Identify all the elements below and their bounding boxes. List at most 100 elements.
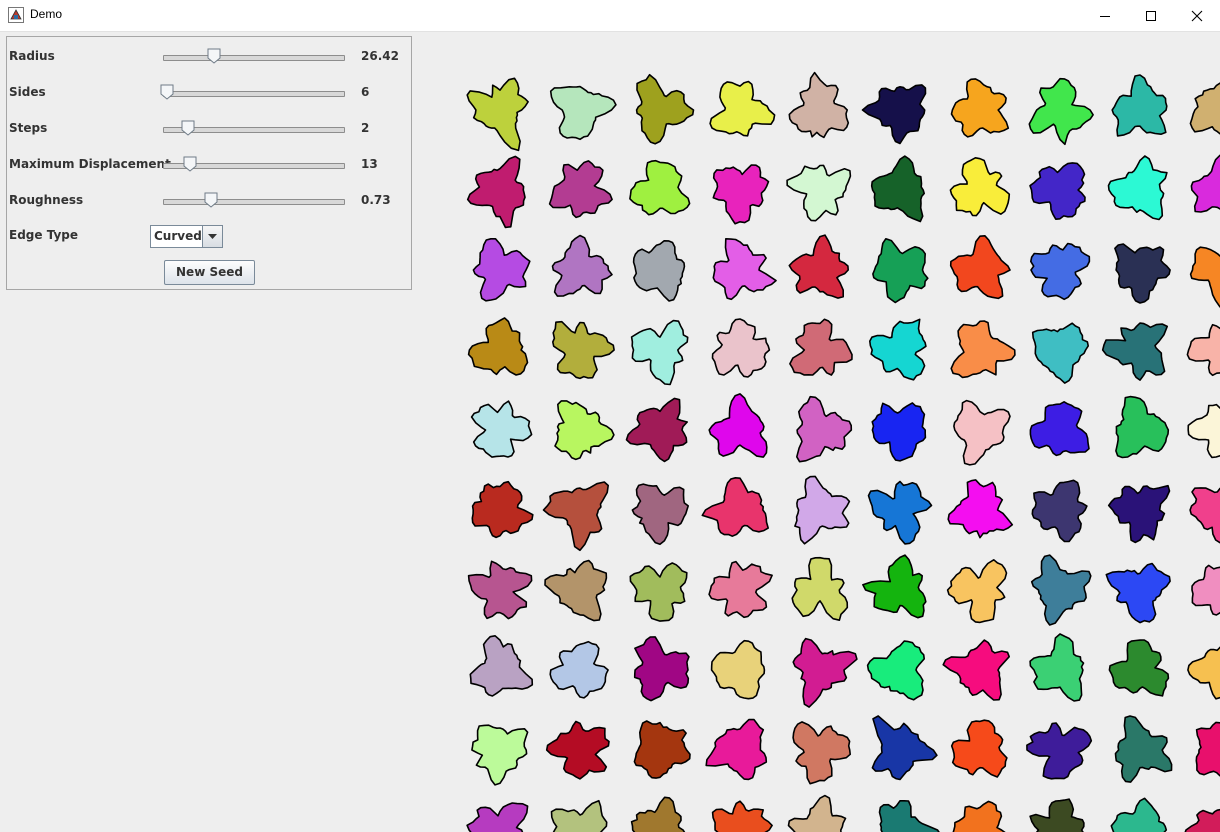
blob-shape [632, 240, 686, 302]
blob-shape [554, 400, 615, 461]
dropdown-button[interactable] [202, 226, 222, 247]
edge-type-row: Edge Type Curved [7, 224, 411, 248]
blob-shape [788, 234, 849, 299]
roughness-value: 0.73 [361, 193, 391, 207]
blob-shape [551, 234, 613, 297]
blob-shape [872, 238, 929, 304]
blob-shape [630, 796, 686, 832]
edge-type-select[interactable]: Curved [150, 225, 223, 248]
sides-label: Sides [9, 85, 46, 99]
chevron-down-icon [208, 234, 217, 239]
blob-shape [469, 635, 534, 697]
blob-shape [549, 85, 617, 141]
blob-shape [869, 318, 927, 381]
blob-shape [1186, 323, 1220, 377]
slider-track [163, 55, 345, 61]
blob-shape [1190, 154, 1220, 213]
close-button[interactable] [1174, 0, 1220, 31]
blob-shape [949, 157, 1011, 217]
sides-slider[interactable] [159, 81, 349, 105]
blob-shape [705, 718, 768, 781]
blob-shape [796, 395, 853, 463]
maximize-button[interactable] [1128, 0, 1174, 31]
blob-shape [950, 78, 1010, 138]
minimize-button[interactable] [1082, 0, 1128, 31]
slider-track [163, 91, 345, 97]
radius-label: Radius [9, 49, 55, 63]
blob-shape [625, 397, 688, 463]
blob-canvas [466, 71, 1220, 832]
blob-shape [552, 320, 615, 380]
blob-shape [1028, 77, 1094, 146]
slider-thumb[interactable] [160, 84, 174, 100]
new-seed-button[interactable]: New Seed [164, 260, 255, 285]
blob-shape [708, 560, 773, 619]
blob-shape [712, 238, 777, 301]
close-icon [1191, 10, 1203, 21]
blob-shape [545, 720, 610, 780]
steps-label: Steps [9, 121, 48, 135]
blob-shape [950, 719, 1008, 778]
blob-shape [709, 80, 776, 137]
blob-shape [789, 318, 853, 376]
blob-shape [471, 480, 534, 539]
blob-shape [1030, 554, 1092, 626]
blob-shape [1031, 322, 1089, 384]
blob-shape [794, 475, 851, 545]
radius-slider[interactable] [159, 45, 349, 69]
blob-shape [1101, 322, 1168, 381]
title-bar[interactable]: Demo [0, 0, 1220, 32]
blob-shape [708, 393, 768, 458]
blob-shape [542, 481, 609, 552]
steps-row: Steps 2 [7, 117, 411, 141]
displacement-slider[interactable] [159, 153, 349, 177]
edge-type-value: Curved [154, 229, 202, 243]
blob-shape [633, 720, 691, 779]
blob-shape [786, 164, 852, 222]
sides-row: Sides 6 [7, 81, 411, 105]
blob-shape [871, 715, 938, 781]
blob-shape [861, 84, 927, 145]
slider-thumb[interactable] [183, 156, 197, 172]
slider-thumb[interactable] [207, 48, 221, 64]
slider-thumb[interactable] [204, 192, 218, 208]
blob-shape [952, 800, 1006, 832]
slider-track [163, 199, 345, 205]
blob-shape [878, 800, 940, 832]
steps-slider[interactable] [159, 117, 349, 141]
blob-shape [1105, 562, 1171, 624]
blob-shape [549, 640, 609, 699]
roughness-slider[interactable] [159, 189, 349, 213]
displacement-value: 13 [361, 157, 378, 171]
blob-shape [1111, 74, 1168, 137]
blob-shape [544, 559, 608, 622]
blob-shape [1108, 639, 1170, 697]
slider-thumb[interactable] [181, 120, 195, 136]
blob-shape [788, 71, 850, 139]
blob-shape [862, 554, 927, 619]
blob-shape [631, 483, 689, 546]
blob-shape [1114, 243, 1171, 304]
blob-shape [1115, 395, 1170, 459]
blob-shape [471, 724, 529, 786]
blob-shape [866, 640, 925, 701]
radius-value: 26.42 [361, 49, 399, 63]
blob-shape [467, 560, 533, 620]
blob-shape [1189, 487, 1220, 544]
blob-shape [1029, 798, 1085, 832]
blob-shape [870, 155, 925, 223]
radius-row: Radius 26.42 [7, 45, 411, 69]
settings-panel: Radius 26.42 Sides 6 Steps 2 Maximum Dis… [6, 36, 412, 290]
blob-shape [1029, 633, 1085, 702]
blob-shape [1114, 715, 1173, 783]
blob-shape [633, 636, 690, 702]
blob-shape [950, 320, 1016, 379]
blob-shape [1189, 246, 1220, 308]
blob-shape [712, 164, 770, 225]
maximize-icon [1146, 10, 1156, 21]
blob-shape [942, 639, 1010, 701]
displacement-row: Maximum Displacement 13 [7, 153, 411, 177]
edge-type-label: Edge Type [9, 228, 79, 242]
blob-shape [466, 155, 526, 229]
blob-shape [791, 556, 849, 621]
